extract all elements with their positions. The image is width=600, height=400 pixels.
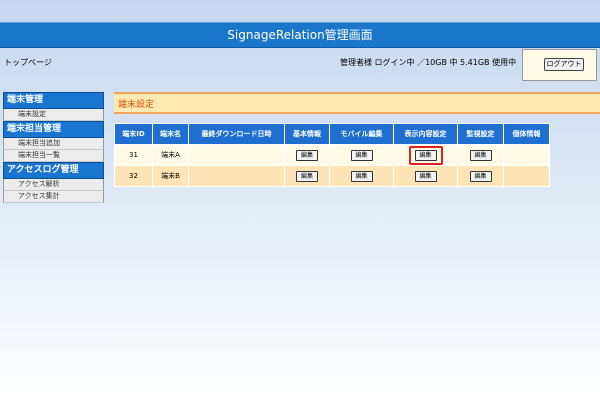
table-row: 32 端末B 編集 編集 編集 編集 [114,165,550,187]
cell-terminal-name: 端末B [152,165,189,187]
sidebar-item-access-analysis[interactable]: アクセス解析 [3,179,104,191]
edit-monitor-settings-button[interactable]: 編集 [469,170,492,182]
table-row: 31 端末A 編集 編集 編集 編集 [114,144,550,166]
edit-display-settings-button[interactable]: 編集 [414,170,437,182]
cell-device-info [503,144,550,166]
sidebar-item-access-summary[interactable]: アクセス集計 [3,191,104,203]
cell-terminal-id: 31 [114,144,153,166]
cell-monitor-settings: 編集 [457,144,504,166]
col-mobile-edit: モバイル編集 [329,123,394,145]
cell-display-settings: 編集 [393,165,458,187]
col-monitor-settings: 監視設定 [457,123,504,145]
col-device-info: 個体情報 [503,123,550,145]
cell-basic-info: 編集 [284,144,330,166]
logout-button[interactable]: ログアウト [544,58,584,71]
table-header-row: 端末ID 端末名 最終ダウンロード日時 基本情報 モバイル編集 表示内容設定 監… [114,123,550,145]
logout-panel: ログアウト [522,49,597,81]
sidebar-item-staff-list[interactable]: 端末担当一覧 [3,150,104,162]
cell-monitor-settings: 編集 [457,165,504,187]
sidebar-item-terminal-settings[interactable]: 端末設定 [3,109,104,121]
edit-display-settings-button[interactable]: 編集 [414,149,437,161]
breadcrumb[interactable]: トップページ [4,57,52,68]
terminal-table: 端末ID 端末名 最終ダウンロード日時 基本情報 モバイル編集 表示内容設定 監… [114,123,550,187]
sidebar: 端末管理 端末設定 端末担当管理 端末担当追加 端末担当一覧 アクセスログ管理 … [3,92,104,203]
app-title: SignageRelation管理画面 [227,28,373,42]
cell-last-download [188,165,285,187]
page-title: 端末設定 [114,92,600,114]
highlight-box: 編集 [408,145,443,165]
sidebar-item-add-staff[interactable]: 端末担当追加 [3,138,104,150]
cell-basic-info: 編集 [284,165,330,187]
edit-basic-info-button[interactable]: 編集 [296,149,318,161]
sidebar-group-terminal: 端末管理 [3,92,104,109]
edit-basic-info-button[interactable]: 編集 [296,170,318,182]
cell-mobile-edit: 編集 [329,165,394,187]
cell-terminal-id: 32 [114,165,153,187]
cell-last-download [188,144,285,166]
storage-status: 管理者様 ログイン中 ／10GB 中 5.41GB 使用中 [340,58,517,67]
sidebar-group-terminal-staff: 端末担当管理 [3,121,104,138]
app-title-bar: SignageRelation管理画面 [0,22,600,48]
cell-terminal-name: 端末A [152,144,189,166]
cell-display-settings: 編集 [393,144,458,166]
col-display-settings: 表示内容設定 [393,123,458,145]
edit-mobile-button[interactable]: 編集 [350,149,373,161]
cell-mobile-edit: 編集 [329,144,394,166]
edit-mobile-button[interactable]: 編集 [350,170,373,182]
col-last-download: 最終ダウンロード日時 [188,123,285,145]
edit-monitor-settings-button[interactable]: 編集 [469,149,492,161]
sidebar-group-access-log: アクセスログ管理 [3,162,104,179]
col-terminal-id: 端末ID [114,123,153,145]
col-terminal-name: 端末名 [152,123,189,145]
cell-device-info [503,165,550,187]
col-basic-info: 基本情報 [284,123,330,145]
